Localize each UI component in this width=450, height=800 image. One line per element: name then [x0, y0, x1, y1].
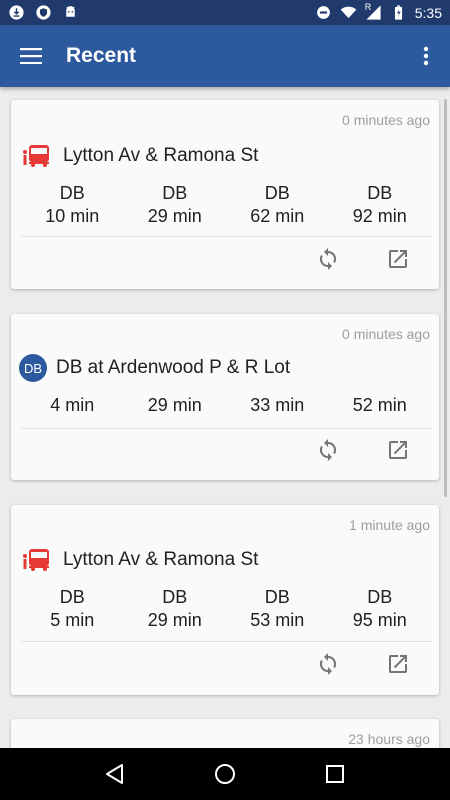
bus-icon — [21, 142, 51, 170]
card-actions — [311, 433, 415, 467]
divider — [21, 428, 431, 429]
home-icon[interactable] — [205, 754, 245, 794]
prediction[interactable]: 29 min — [124, 394, 227, 417]
open-in-new-icon[interactable] — [381, 242, 415, 276]
prediction[interactable]: DB 29 min — [124, 586, 227, 632]
time-ago: 1 minute ago — [349, 517, 430, 533]
android-icon — [62, 4, 79, 21]
prediction[interactable]: DB 29 min — [124, 182, 227, 228]
battery-icon — [390, 4, 407, 21]
route-label: DB — [59, 183, 85, 203]
card-actions — [311, 242, 415, 276]
hamburger-menu-icon[interactable] — [0, 25, 62, 87]
recent-card[interactable]: 0 minutes ago DB DB at Ardenwood P & R L… — [11, 314, 439, 480]
do-not-disturb-icon — [315, 4, 332, 21]
bus-icon — [21, 546, 51, 574]
route-label: DB — [367, 183, 393, 203]
route-label: DB — [59, 587, 85, 607]
page-title: Recent — [66, 44, 137, 67]
route-badge: DB — [19, 354, 47, 382]
arrival-time: 29 min — [147, 395, 202, 415]
wifi-icon — [340, 4, 357, 21]
arrival-time: 62 min — [250, 206, 305, 226]
refresh-icon[interactable] — [311, 242, 345, 276]
prediction[interactable]: DB 5 min — [21, 586, 124, 632]
prediction[interactable]: 52 min — [329, 394, 432, 417]
open-in-new-icon[interactable] — [381, 433, 415, 467]
route-label: DB — [264, 183, 290, 203]
stop-name: Lytton Av & Ramona St — [63, 145, 259, 166]
divider — [21, 236, 431, 237]
arrival-time: 33 min — [250, 395, 305, 415]
arrival-time: 29 min — [147, 610, 202, 630]
back-icon[interactable] — [95, 754, 135, 794]
route-stop-name: DB at Ardenwood P & R Lot — [56, 357, 291, 378]
prediction[interactable]: 33 min — [226, 394, 329, 417]
prediction[interactable]: DB 62 min — [226, 182, 329, 228]
divider — [21, 641, 431, 642]
route-label: DB — [162, 183, 188, 203]
arrival-time: 5 min — [50, 610, 95, 630]
predictions: 4 min 29 min 33 min 52 min — [21, 394, 431, 417]
predictions: DB 10 min DB 29 min DB 62 min DB 92 min — [21, 182, 431, 228]
signal-icon: R — [364, 2, 382, 21]
arrival-time: 10 min — [45, 206, 100, 226]
download-icon — [8, 4, 25, 21]
predictions: DB 5 min DB 29 min DB 53 min DB 95 min — [21, 586, 431, 632]
clock: 5:35 — [414, 4, 442, 21]
time-ago: 0 minutes ago — [342, 326, 430, 342]
arrival-time: 29 min — [147, 206, 202, 226]
refresh-icon[interactable] — [311, 647, 345, 681]
signal-label: R — [364, 2, 372, 12]
arrival-time: 53 min — [250, 610, 305, 630]
app-bar: Recent — [0, 25, 450, 87]
system-nav-bar — [0, 748, 450, 800]
route-label: DB — [264, 587, 290, 607]
prediction[interactable]: 4 min — [21, 394, 124, 417]
scrollbar[interactable] — [444, 99, 447, 497]
prediction[interactable]: DB 53 min — [226, 586, 329, 632]
card-actions — [311, 647, 415, 681]
more-vert-icon[interactable] — [402, 25, 450, 87]
recent-list[interactable]: 0 minutes ago Lytton Av & Ramona St DB 10… — [0, 87, 450, 748]
arrival-time: 4 min — [50, 395, 95, 415]
arrival-time: 52 min — [352, 395, 407, 415]
recent-card[interactable]: 1 minute ago Lytton Av & Ramona St DB 5 m… — [11, 505, 439, 695]
shield-icon — [35, 4, 52, 21]
open-in-new-icon[interactable] — [381, 647, 415, 681]
route-label: DB — [367, 587, 393, 607]
recent-card[interactable]: 0 minutes ago Lytton Av & Ramona St DB 10… — [11, 100, 439, 289]
card-header: DB DB at Ardenwood P & R Lot — [19, 354, 291, 382]
prediction[interactable]: DB 92 min — [329, 182, 432, 228]
route-label: DB — [162, 587, 188, 607]
refresh-icon[interactable] — [311, 433, 345, 467]
prediction[interactable]: DB 95 min — [329, 586, 432, 632]
time-ago: 23 hours ago — [348, 731, 430, 747]
time-ago: 0 minutes ago — [342, 112, 430, 128]
arrival-time: 92 min — [352, 206, 407, 226]
recents-icon[interactable] — [315, 754, 355, 794]
arrival-time: 95 min — [352, 610, 407, 630]
card-header: Lytton Av & Ramona St — [21, 142, 258, 170]
prediction[interactable]: DB 10 min — [21, 182, 124, 228]
recent-card[interactable]: 23 hours ago — [11, 719, 439, 748]
card-header: Lytton Av & Ramona St — [21, 546, 258, 574]
status-bar: R 5:35 — [0, 0, 450, 25]
stop-name: Lytton Av & Ramona St — [63, 549, 259, 570]
